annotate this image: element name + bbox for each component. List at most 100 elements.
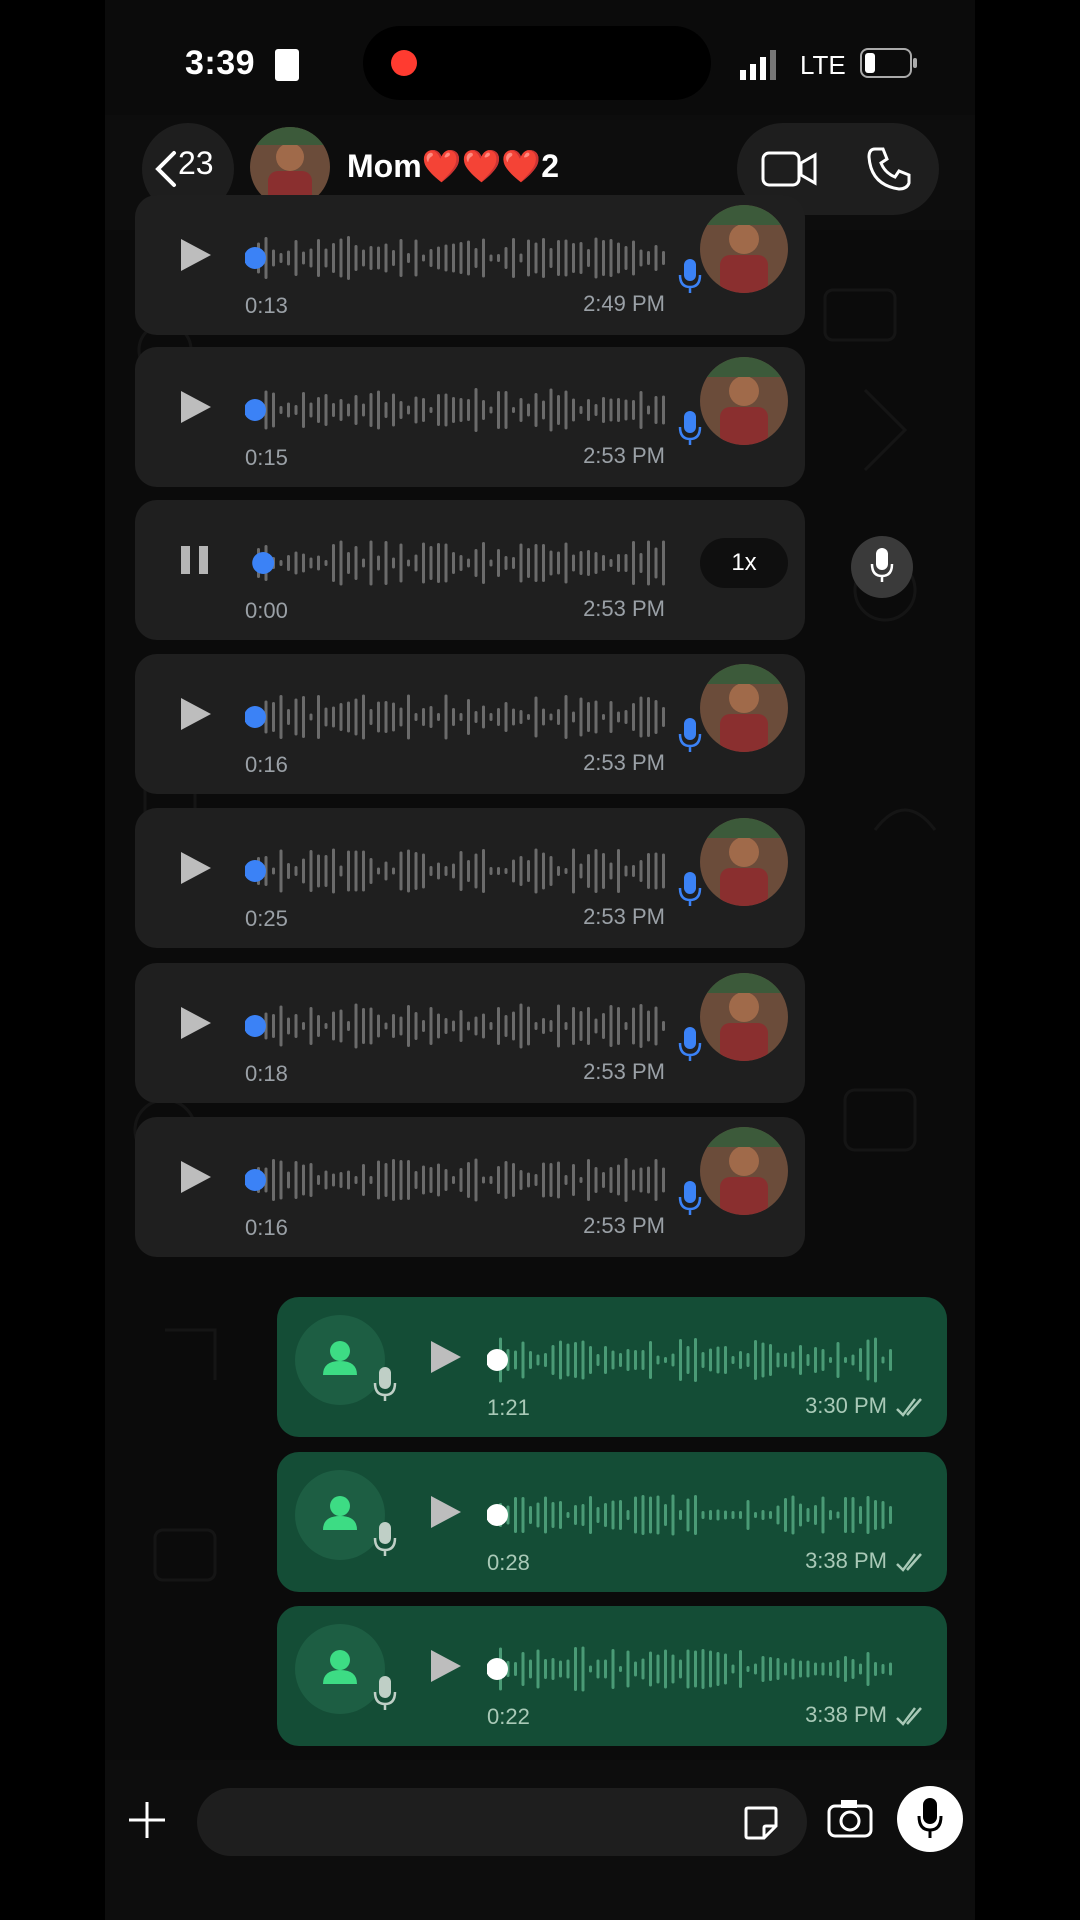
voice-message-bubble[interactable]: 1:21 3:30 PM: [277, 1297, 947, 1437]
voice-message-bubble[interactable]: 0:00 2:53 PM 1x: [135, 500, 913, 640]
waveform[interactable]: [245, 233, 675, 283]
sender-avatar: [700, 1127, 788, 1215]
voice-message-bubble[interactable]: 0:15 2:53 PM: [135, 347, 805, 487]
waveform[interactable]: [245, 846, 675, 896]
waveform[interactable]: [487, 1335, 907, 1385]
record-voice-button[interactable]: [897, 1786, 963, 1852]
playhead: [252, 552, 275, 574]
voice-duration: 1:21: [487, 1395, 530, 1420]
waveform[interactable]: [245, 1155, 675, 1205]
camera-icon[interactable]: [827, 1798, 873, 1838]
playhead: [487, 1504, 508, 1526]
microphone-icon: [678, 872, 702, 906]
sender-avatar: [700, 664, 788, 752]
playhead: [245, 1015, 266, 1037]
message-time: 2:53 PM: [583, 443, 665, 468]
voice-indicator: [851, 536, 913, 598]
play-icon[interactable]: [177, 696, 213, 732]
voice-message-bubble[interactable]: 0:22 3:38 PM: [277, 1606, 947, 1746]
playhead: [245, 706, 266, 728]
playhead: [487, 1658, 508, 1680]
message-time: 2:49 PM: [583, 291, 665, 316]
avatar-photo: [700, 818, 788, 906]
voice-duration: 0:16: [245, 752, 288, 777]
waveform[interactable]: [245, 1001, 675, 1051]
voice-message-bubble[interactable]: 0:28 3:38 PM: [277, 1452, 947, 1592]
avatar-photo: [700, 205, 788, 293]
microphone-icon: [678, 718, 702, 752]
video-call-icon[interactable]: [761, 147, 817, 191]
play-icon[interactable]: [427, 1339, 463, 1375]
voice-message-bubble[interactable]: 0:16 2:53 PM: [135, 654, 805, 794]
plus-icon[interactable]: [127, 1800, 167, 1840]
double-check-icon: [896, 1553, 922, 1572]
play-icon[interactable]: [177, 237, 213, 273]
sticker-icon[interactable]: [742, 1804, 780, 1842]
waveform[interactable]: [487, 1644, 907, 1694]
phone-call-icon[interactable]: [865, 145, 911, 191]
person-icon: [323, 1496, 357, 1530]
waveform[interactable]: [245, 538, 675, 588]
double-check-icon: [896, 1398, 922, 1417]
play-icon[interactable]: [427, 1648, 463, 1684]
playhead: [487, 1349, 508, 1371]
play-icon[interactable]: [177, 389, 213, 425]
avatar-photo: [700, 357, 788, 445]
waveform[interactable]: [245, 385, 675, 435]
message-time: 2:53 PM: [583, 1213, 665, 1238]
sender-avatar: [700, 973, 788, 1061]
pause-icon[interactable]: [177, 542, 213, 578]
status-bar: 3:39 LTE: [105, 0, 975, 120]
voice-message-bubble[interactable]: 0:18 2:53 PM: [135, 963, 805, 1103]
chevron-left-icon: [155, 151, 176, 187]
avatar-photo: [700, 664, 788, 752]
voice-duration: 0:13: [245, 293, 288, 318]
voice-duration: 0:25: [245, 906, 288, 931]
voice-message-bubble[interactable]: 0:16 2:53 PM: [135, 1117, 805, 1257]
playback-speed-button[interactable]: 1x: [700, 538, 788, 588]
dynamic-island: [363, 26, 711, 100]
microphone-icon: [373, 1522, 397, 1556]
voice-duration: 0:18: [245, 1061, 288, 1086]
message-time: 3:38 PM: [805, 1548, 887, 1573]
message-input[interactable]: [197, 1788, 807, 1856]
double-check-icon: [896, 1707, 922, 1726]
voice-duration: 0:28: [487, 1550, 530, 1575]
voice-message-bubble[interactable]: 0:13 2:49 PM: [135, 195, 805, 335]
play-icon[interactable]: [177, 1159, 213, 1195]
microphone-icon: [870, 548, 894, 582]
recording-dot-icon: [391, 50, 417, 76]
person-icon: [323, 1650, 357, 1684]
voice-duration: 0:15: [245, 445, 288, 470]
signal-icon: [740, 50, 776, 80]
message-time: 2:53 PM: [583, 750, 665, 775]
message-time: 2:53 PM: [583, 1059, 665, 1084]
play-icon[interactable]: [177, 1005, 213, 1041]
status-time: 3:39: [185, 44, 256, 82]
contact-name[interactable]: Mom❤️❤️❤️2: [347, 147, 559, 185]
message-time: 2:53 PM: [583, 904, 665, 929]
play-icon[interactable]: [177, 850, 213, 886]
play-icon[interactable]: [427, 1494, 463, 1530]
playhead: [245, 399, 266, 421]
message-time: 2:53 PM: [583, 596, 665, 621]
waveform[interactable]: [245, 692, 675, 742]
waveform[interactable]: [487, 1490, 907, 1540]
playhead: [245, 1169, 266, 1191]
playhead: [245, 860, 266, 882]
playhead: [245, 247, 266, 269]
avatar-photo: [700, 973, 788, 1061]
network-label: LTE: [800, 50, 846, 80]
profile-placeholder-avatar: [295, 1624, 385, 1714]
battery-icon: [860, 48, 917, 78]
profile-placeholder-avatar: [295, 1470, 385, 1560]
microphone-icon: [373, 1367, 397, 1401]
sim-icon: [275, 49, 299, 81]
sender-avatar: [700, 818, 788, 906]
sender-avatar: [700, 205, 788, 293]
microphone-icon: [678, 1181, 702, 1215]
voice-message-bubble[interactable]: 0:25 2:53 PM: [135, 808, 805, 948]
person-icon: [323, 1341, 357, 1375]
message-time: 3:30 PM: [805, 1393, 887, 1418]
microphone-icon: [678, 259, 702, 293]
